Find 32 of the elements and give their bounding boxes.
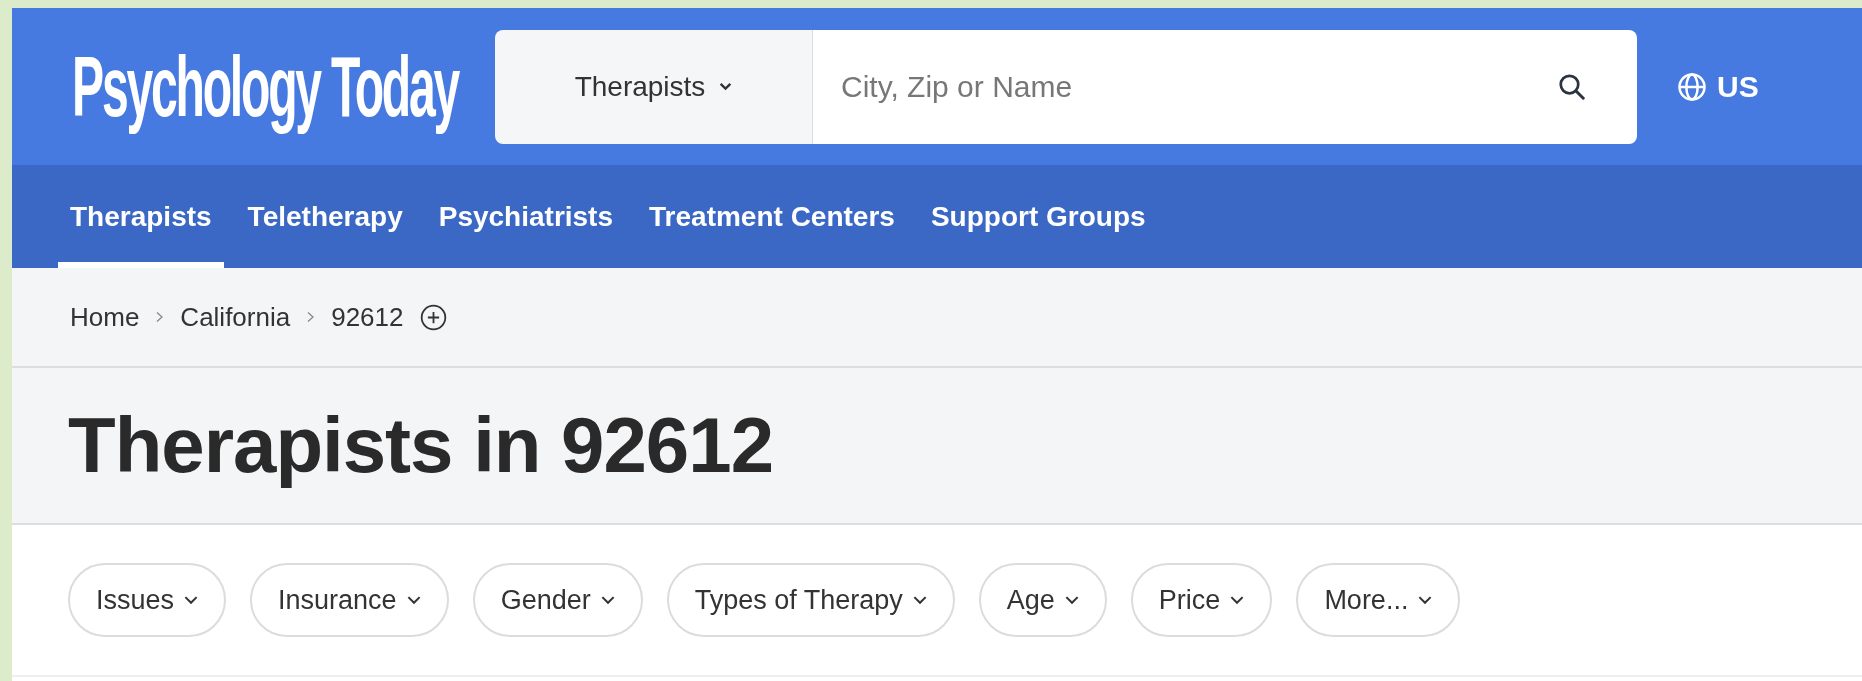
chevron-down-icon	[1418, 595, 1433, 605]
nav-tab[interactable]: Teletherapy	[235, 165, 415, 268]
filter-dropdown[interactable]: More...	[1296, 563, 1461, 637]
chevron-right-icon	[306, 311, 316, 323]
filter-dropdown[interactable]: Issues	[68, 563, 227, 637]
chevron-right-icon	[155, 311, 165, 323]
nav-tab[interactable]: Psychiatrists	[426, 165, 626, 268]
chevron-down-icon	[600, 595, 615, 605]
filter-dropdown[interactable]: Types of Therapy	[666, 563, 955, 637]
breadcrumb-link[interactable]: California	[180, 301, 291, 333]
site-logo[interactable]: Psychology Today	[72, 34, 459, 139]
category-dropdown[interactable]: Therapists	[495, 29, 813, 144]
chevron-down-icon	[406, 595, 421, 605]
region-link[interactable]: US	[1677, 69, 1759, 104]
chevron-down-icon	[1064, 595, 1079, 605]
nav-tab[interactable]: Treatment Centers	[637, 165, 907, 268]
chevron-down-icon	[719, 82, 733, 91]
globe-icon	[1677, 71, 1707, 102]
search-field[interactable]: City, Zip or Name	[813, 29, 1637, 144]
filter-dropdown[interactable]: Price	[1130, 563, 1273, 637]
filter-dropdown[interactable]: Gender	[472, 563, 643, 637]
chevron-down-icon	[184, 595, 199, 605]
breadcrumb-link[interactable]: Home	[70, 301, 140, 333]
filter-dropdown[interactable]: Age	[978, 563, 1107, 637]
chevron-down-icon	[912, 595, 927, 605]
chevron-down-icon	[1230, 595, 1245, 605]
nav-tab[interactable]: Support Groups	[918, 165, 1158, 268]
filter-dropdown[interactable]: Insurance	[250, 563, 449, 637]
search-icon[interactable]	[1557, 71, 1587, 102]
breadcrumb-current: 92612	[331, 301, 404, 333]
plus-circle-icon[interactable]	[419, 303, 447, 331]
page-title: Therapists in 92612	[68, 400, 773, 491]
